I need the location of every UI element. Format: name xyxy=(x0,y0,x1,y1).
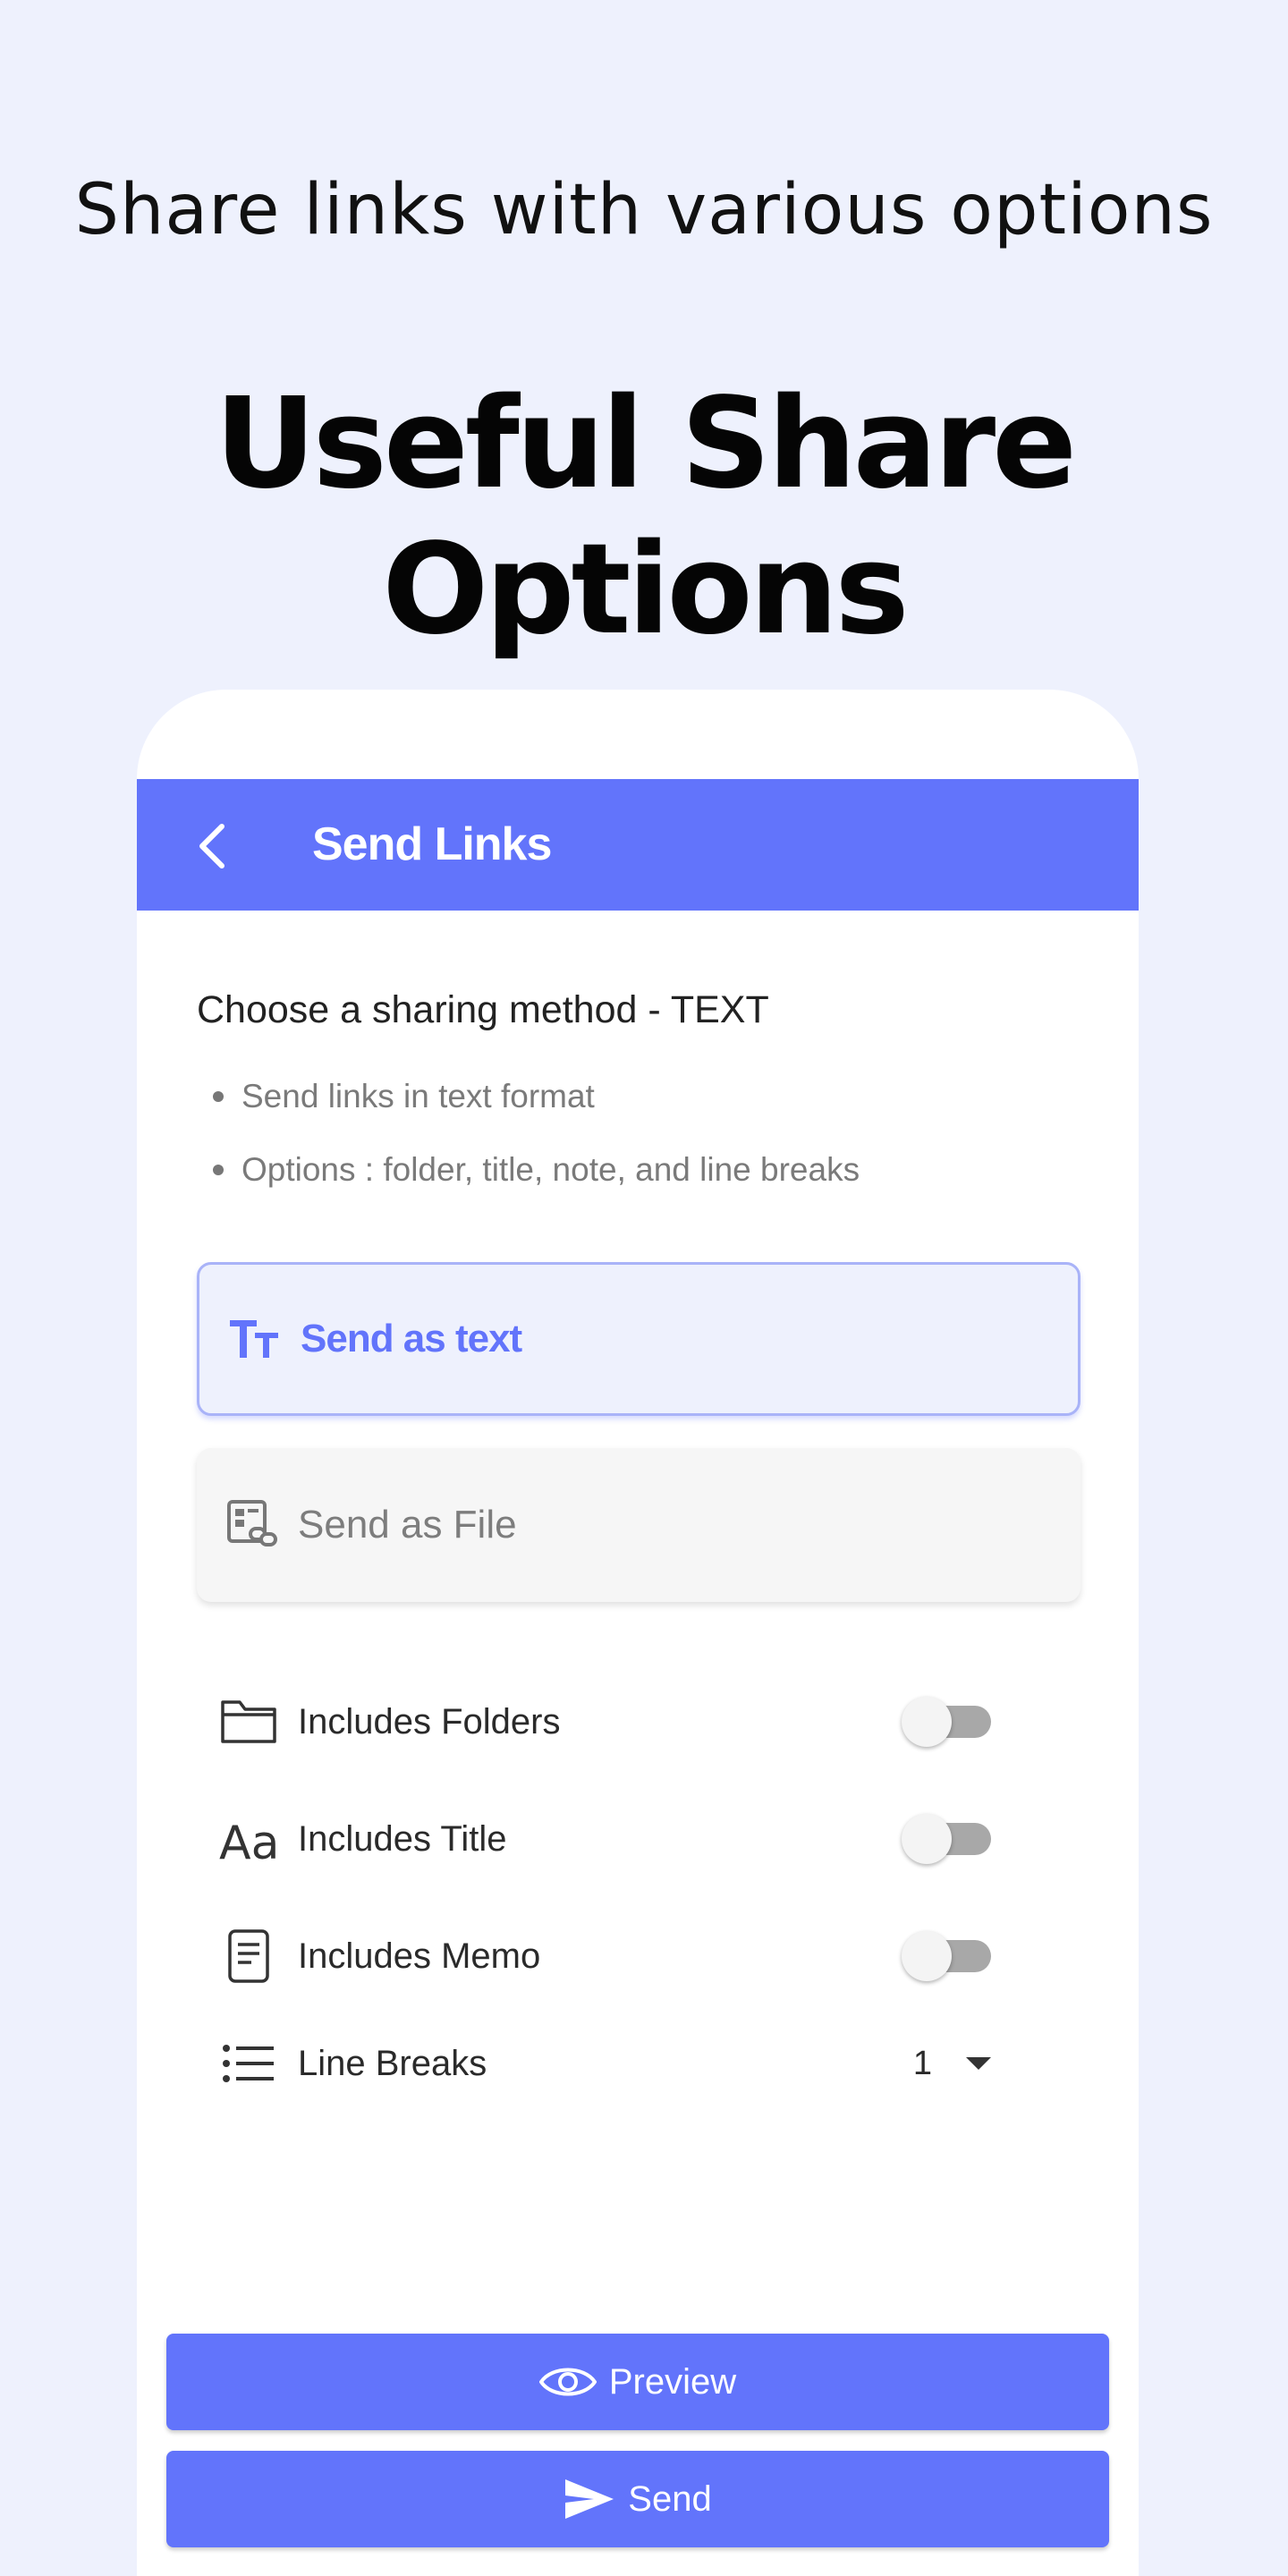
preview-label: Preview xyxy=(608,2361,737,2402)
svg-text:Aa: Aa xyxy=(219,1817,278,1864)
method-bullet: Send links in text format xyxy=(213,1078,595,1115)
toggle-knob xyxy=(902,1697,952,1747)
sharing-method-title: Choose a sharing method - TEXT xyxy=(197,988,769,1031)
text-format-icon xyxy=(226,1310,284,1368)
toggle-knob xyxy=(902,1931,952,1981)
method-bullet: Options : folder, title, note, and line … xyxy=(213,1151,860,1189)
promo-headline: Useful Share Options xyxy=(214,371,1077,663)
preview-button[interactable]: Preview xyxy=(166,2334,1109,2430)
setting-label: Includes Title xyxy=(298,1818,507,1859)
back-button[interactable] xyxy=(182,815,244,877)
option-label: Send as File xyxy=(298,1503,517,1546)
chevron-left-icon xyxy=(199,824,225,869)
send-as-text-option[interactable]: Send as text xyxy=(197,1262,1080,1416)
include-memo-toggle[interactable] xyxy=(902,1929,991,1983)
folder-icon xyxy=(217,1690,280,1753)
send-icon xyxy=(564,2478,615,2521)
list-icon xyxy=(217,2032,280,2095)
setting-label: Includes Memo xyxy=(298,1936,541,1976)
eye-icon xyxy=(538,2362,597,2402)
caret-down-icon xyxy=(966,2057,991,2070)
bullet-dot xyxy=(213,1165,224,1175)
file-link-icon xyxy=(224,1496,281,1554)
bullet-text: Send links in text format xyxy=(242,1078,595,1114)
option-label: Send as text xyxy=(301,1317,522,1360)
line-breaks-value: 1 xyxy=(912,2044,932,2082)
setting-row-line-breaks: Line Breaks 1 xyxy=(217,2023,1049,2104)
send-as-file-option[interactable]: Send as File xyxy=(197,1448,1080,1602)
app-bar: Send Links xyxy=(137,779,1139,911)
setting-label: Line Breaks xyxy=(298,2043,487,2083)
send-label: Send xyxy=(628,2479,712,2519)
setting-row-title: Aa Includes Title xyxy=(217,1799,1049,1879)
promo-subtitle: Share links with various options xyxy=(74,170,1214,250)
toggle-knob xyxy=(902,1814,952,1864)
bullet-text: Options : folder, title, note, and line … xyxy=(242,1151,860,1188)
font-icon: Aa xyxy=(217,1808,280,1870)
setting-row-memo: Includes Memo xyxy=(217,1916,1049,1996)
line-breaks-dropdown[interactable]: 1 xyxy=(913,2045,991,2083)
phone-frame: Send Links Choose a sharing method - TEX… xyxy=(137,690,1139,2576)
bullet-dot xyxy=(213,1091,224,1102)
setting-row-folders: Includes Folders xyxy=(217,1682,1049,1762)
send-button[interactable]: Send xyxy=(166,2451,1109,2547)
page-title: Send Links xyxy=(312,818,552,870)
include-folders-toggle[interactable] xyxy=(902,1695,991,1749)
memo-icon xyxy=(217,1925,280,1987)
include-title-toggle[interactable] xyxy=(902,1812,991,1866)
setting-label: Includes Folders xyxy=(298,1701,561,1741)
